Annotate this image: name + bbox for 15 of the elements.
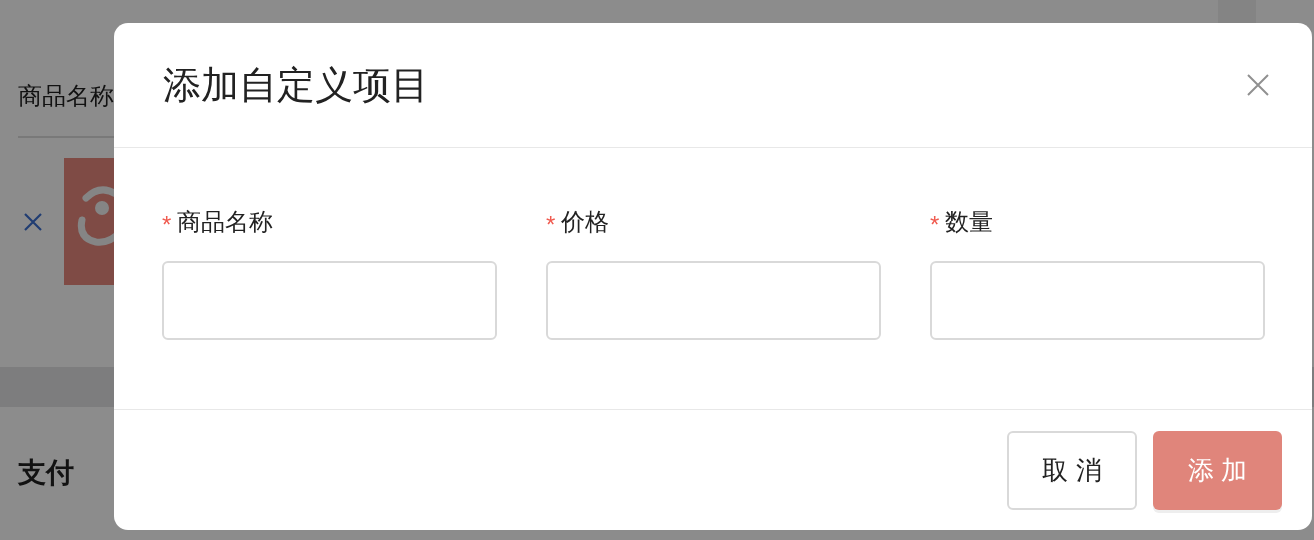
field-label: 商品名称 — [177, 207, 274, 237]
required-mark: * — [546, 210, 556, 237]
table-header: 商品名称 — [18, 81, 115, 111]
required-mark: * — [930, 210, 940, 237]
dialog-title: 添加自定义项目 — [163, 62, 429, 108]
field-label: 价格 — [561, 207, 610, 237]
section-title: 支付 — [18, 457, 74, 488]
close-icon[interactable] — [1246, 73, 1270, 97]
cancel-button[interactable]: 取 消 — [1007, 430, 1137, 510]
required-mark: * — [162, 210, 172, 237]
remove-icon[interactable] — [22, 210, 44, 233]
input-field[interactable] — [162, 261, 497, 340]
input-field[interactable] — [546, 261, 881, 340]
field-label: 数量 — [945, 207, 994, 237]
input-field[interactable] — [930, 261, 1265, 340]
